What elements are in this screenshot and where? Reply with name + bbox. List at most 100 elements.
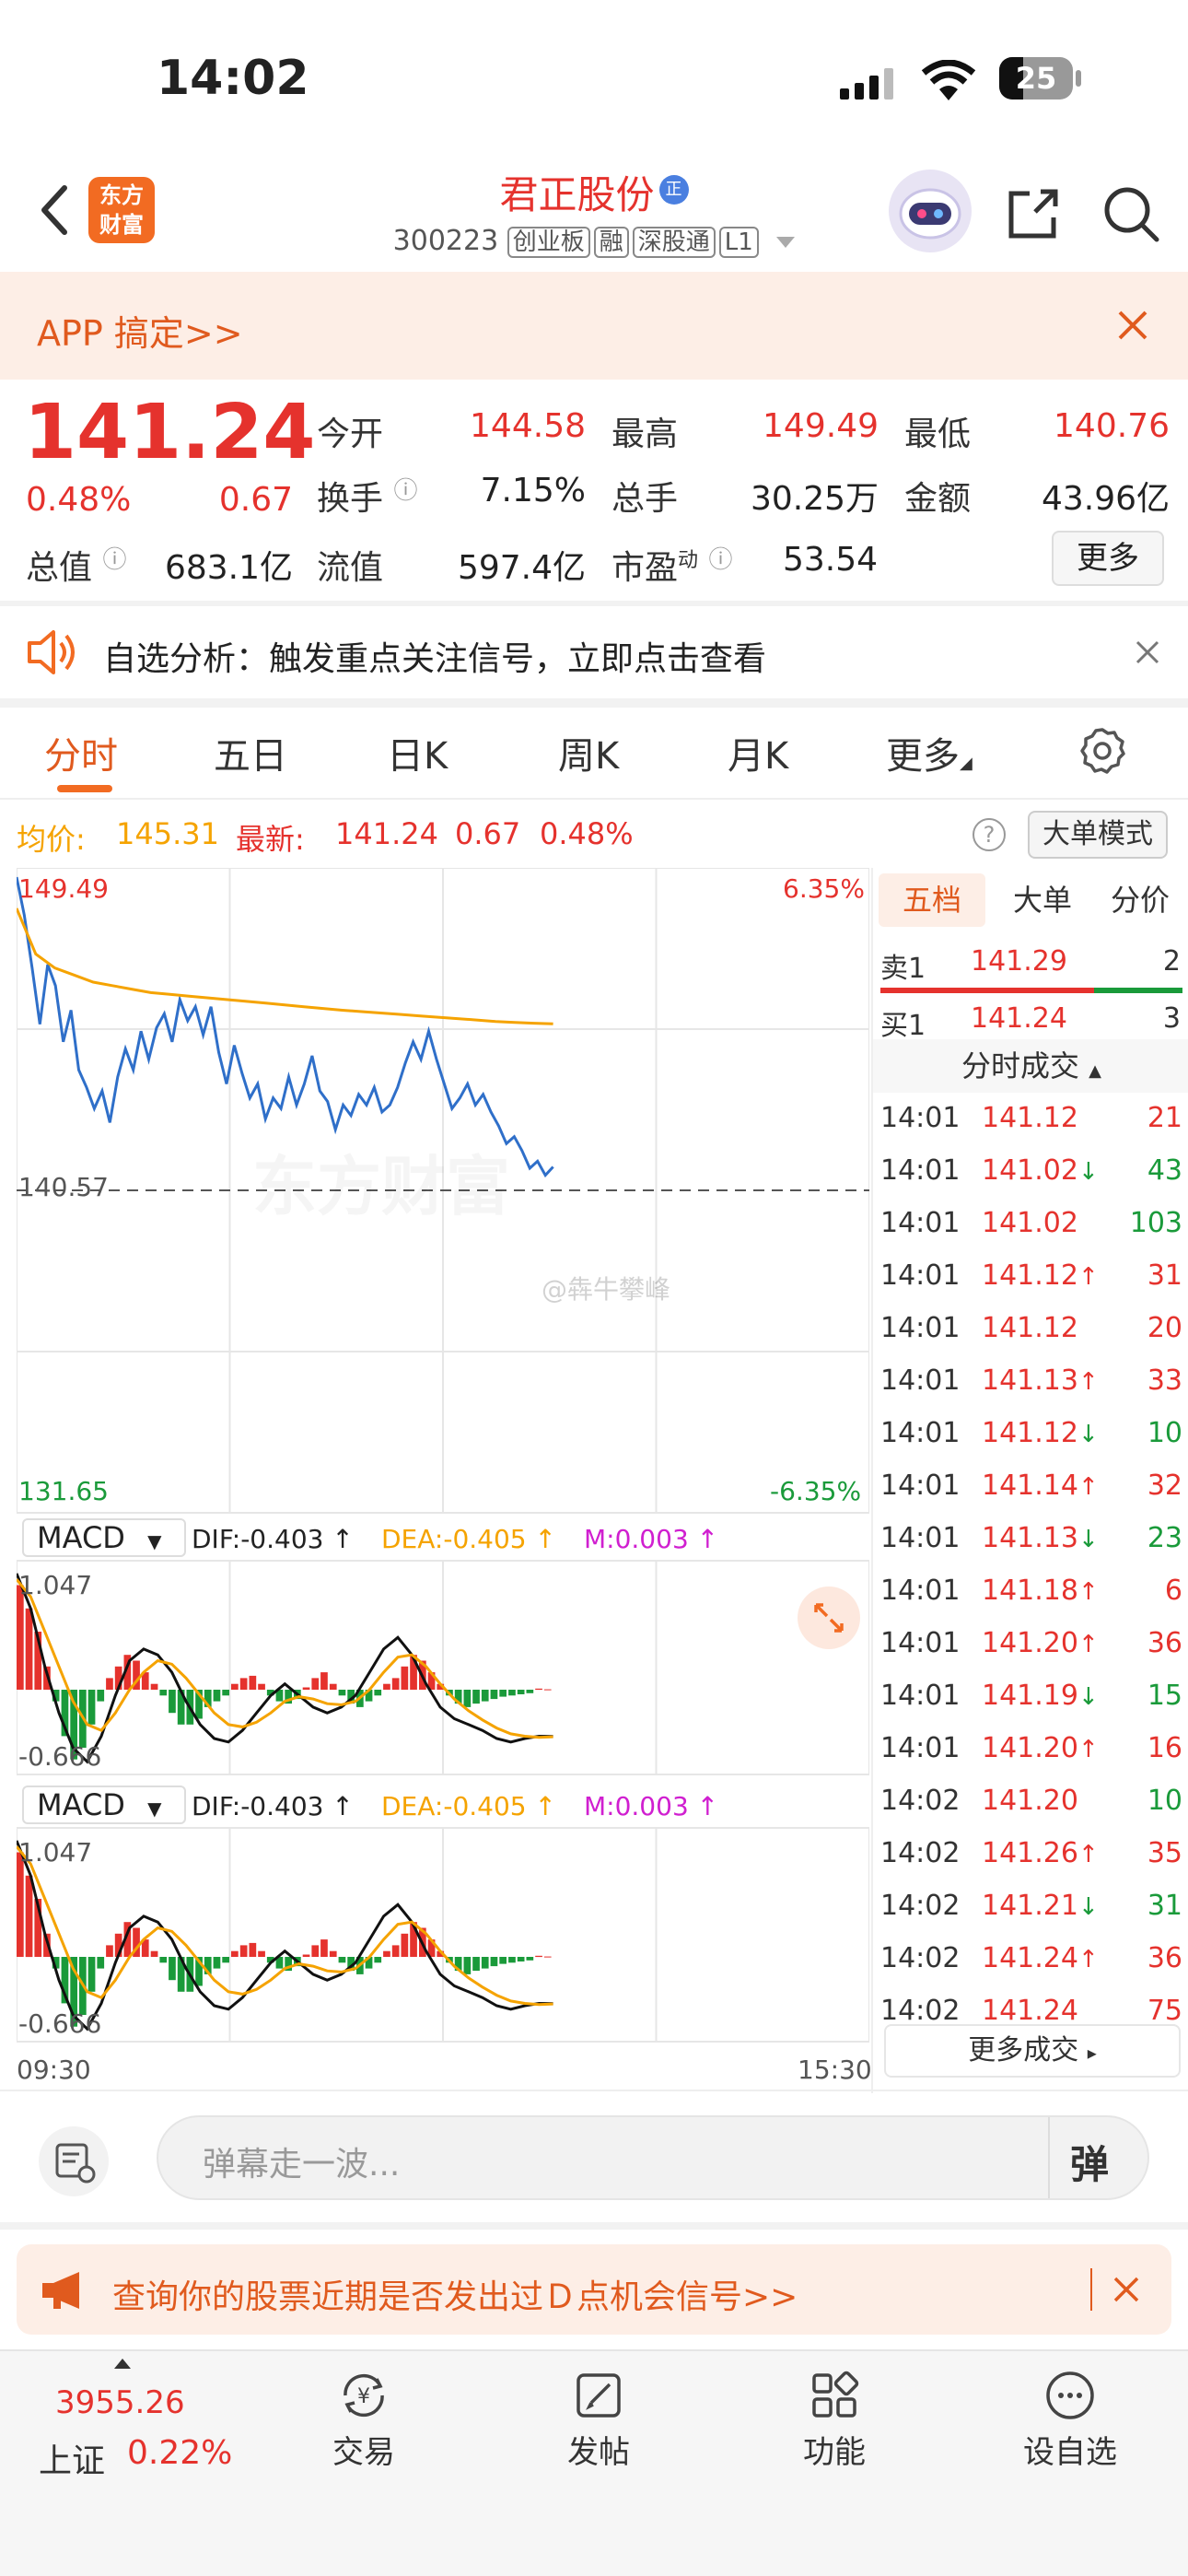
macd-bar <box>222 1957 229 1963</box>
tab-rik[interactable]: 日K <box>387 726 448 779</box>
nav-trade[interactable]: ¥ 交易 <box>318 2366 410 2486</box>
trade-time: 14:01 <box>880 1732 961 1764</box>
index-name: 上证 <box>39 2442 106 2480</box>
trade-volume: 31 <box>1147 1259 1182 1292</box>
help-icon[interactable]: ? <box>973 818 1006 851</box>
x-start-label: 09:30 <box>17 2055 91 2085</box>
tab-yuek[interactable]: 月K <box>728 726 788 779</box>
trade-time: 14:01 <box>880 1154 961 1187</box>
dif-line <box>17 1573 553 1764</box>
macd-select[interactable]: MACD ▼ <box>22 1786 186 1824</box>
ad-text: 查询你的股票近期是否发出过Ｄ点机会信号>> <box>112 2278 798 2316</box>
speaker-icon <box>26 628 77 676</box>
bottom-nav: 3955.26 上证 0.22% ¥ 交易 发帖 功能 设自选 <box>0 2349 1188 2576</box>
back-icon[interactable] <box>35 182 72 238</box>
settings-gear-icon[interactable] <box>1077 726 1127 776</box>
macd-bar <box>320 1672 328 1690</box>
info-icon[interactable]: ⓘ <box>393 477 417 505</box>
danmu-input[interactable]: 弹幕走一波... 弹 <box>157 2115 1149 2200</box>
weibo-watermark: @犇牛攀峰 <box>542 1274 671 1305</box>
dropdown-triangle-icon: ▼ <box>147 1797 162 1820</box>
share-icon[interactable] <box>1004 184 1063 243</box>
wifi-icon <box>921 60 976 102</box>
promo-banner[interactable]: APP 搞定>> <box>0 272 1188 380</box>
dea-value: DEA:-0.405 ↑ <box>381 1524 556 1554</box>
avg-value: 145.31 <box>116 816 219 851</box>
tab-fenshi[interactable]: 分时 <box>44 726 118 779</box>
macd2-top: 1.047 <box>18 1837 93 1868</box>
trade-time: 14:02 <box>880 1837 961 1869</box>
trade-volume: 10 <box>1147 1417 1182 1449</box>
macd-bar <box>374 1690 382 1696</box>
expand-icon[interactable] <box>798 1587 860 1649</box>
trade-row: 14:01 141.12 21 <box>873 1093 1188 1144</box>
trade-volume: 35 <box>1147 1837 1182 1869</box>
robot-avatar-icon[interactable] <box>889 170 972 252</box>
macd-bar <box>302 1687 310 1690</box>
y-mid-label: 140.57 <box>18 1172 109 1202</box>
macd-bar <box>543 1689 552 1691</box>
last-pct: 0.48% <box>540 816 634 851</box>
high-value: 149.49 <box>763 407 879 445</box>
stock-code: 300223 <box>392 225 499 257</box>
last-value: 141.24 <box>335 816 438 851</box>
big-order-mode-button[interactable]: 大单模式 <box>1028 811 1168 859</box>
last-chg: 0.67 <box>455 816 521 851</box>
nav-trade-label: 交易 <box>332 2434 395 2471</box>
trades-header[interactable]: 分时成交 ▲ <box>873 1039 1188 1093</box>
side-tab-five[interactable]: 五档 <box>879 873 985 927</box>
header: 东方 财富 君正股份 正 300223 创业板融深股通 L1 <box>0 157 1188 272</box>
sell1-label: 卖1 <box>880 953 926 985</box>
macd-bar <box>526 1957 534 1961</box>
nav-post[interactable]: 发帖 <box>553 2366 645 2486</box>
index-pct: 0.22% <box>127 2434 233 2472</box>
info-icon[interactable]: ⓘ <box>102 546 126 574</box>
macd-select[interactable]: MACD ▼ <box>22 1518 186 1557</box>
intraday-chart[interactable]: 149.49 140.57 131.65 6.35% -6.35% 东方财富 @… <box>17 868 869 2047</box>
close-icon[interactable] <box>1135 639 1160 665</box>
pe-label: 市盈动 ⓘ <box>611 546 733 587</box>
macd-bar <box>239 1678 248 1690</box>
danmu-toggle-button[interactable]: 弹 <box>1070 2134 1109 2190</box>
search-icon[interactable] <box>1101 184 1160 243</box>
tab-more[interactable]: 更多◢ <box>886 726 973 779</box>
stock-title[interactable]: 君正股份 正 <box>368 164 820 220</box>
macd-panel-1-header: MACD ▼ DIF:-0.403 ↑ DEA:-0.405 ↑ M:0.003… <box>17 1511 869 1561</box>
tab-zhouk[interactable]: 周K <box>558 726 619 779</box>
side-tab-big[interactable]: 大单 <box>996 873 1089 927</box>
trade-row: 14:02 141.26↑ 35 <box>873 1828 1188 1879</box>
macd-bar <box>526 1690 534 1693</box>
signal-ad-banner[interactable]: 查询你的股票近期是否发出过Ｄ点机会信号>> <box>17 2244 1171 2335</box>
chevron-right-icon: ▸ <box>1087 2042 1097 2064</box>
nav-watchlist[interactable]: 设自选 <box>1013 2366 1127 2486</box>
divider <box>0 2090 1188 2091</box>
macd-bar <box>25 1875 33 1958</box>
trade-price: 141.13↓ <box>982 1522 1099 1554</box>
nav-function[interactable]: 功能 <box>788 2366 880 2486</box>
trade-time: 14:02 <box>880 1942 961 1974</box>
nav-function-label: 功能 <box>803 2434 866 2471</box>
tab-wuri[interactable]: 五日 <box>214 726 287 779</box>
sell1-price: 141.29 <box>971 945 1067 978</box>
trade-row: 14:01 141.18↑ 6 <box>873 1565 1188 1617</box>
more-trades-button[interactable]: 更多成交 ▸ <box>884 2024 1181 2078</box>
amount-value: 43.96亿 <box>1041 480 1170 518</box>
close-icon[interactable] <box>1112 2276 1140 2303</box>
trade-arrow: ↑ <box>1077 1368 1099 1396</box>
analysis-notice[interactable]: 自选分析：触发重点关注信号，立即点击查看 <box>0 606 1188 698</box>
chevron-down-icon[interactable] <box>776 236 796 248</box>
close-icon[interactable] <box>1114 307 1151 344</box>
side-tab-price[interactable]: 分价 <box>1094 873 1186 927</box>
trade-volume: 23 <box>1147 1522 1182 1554</box>
macd-bar <box>499 1957 507 1964</box>
comment-list-icon[interactable] <box>39 2126 109 2196</box>
more-button[interactable]: 更多 <box>1052 531 1164 586</box>
logo-line1: 东方 <box>99 182 144 208</box>
info-icon[interactable]: ⓘ <box>708 546 732 574</box>
trade-volume: 10 <box>1147 1785 1182 1817</box>
macd-bar <box>222 1690 229 1696</box>
macd-bar <box>320 1939 328 1957</box>
turnover-label: 换手 ⓘ <box>317 477 418 518</box>
index-widget[interactable]: 3955.26 上证 0.22% <box>28 2351 249 2489</box>
trade-time: 14:01 <box>880 1417 961 1449</box>
